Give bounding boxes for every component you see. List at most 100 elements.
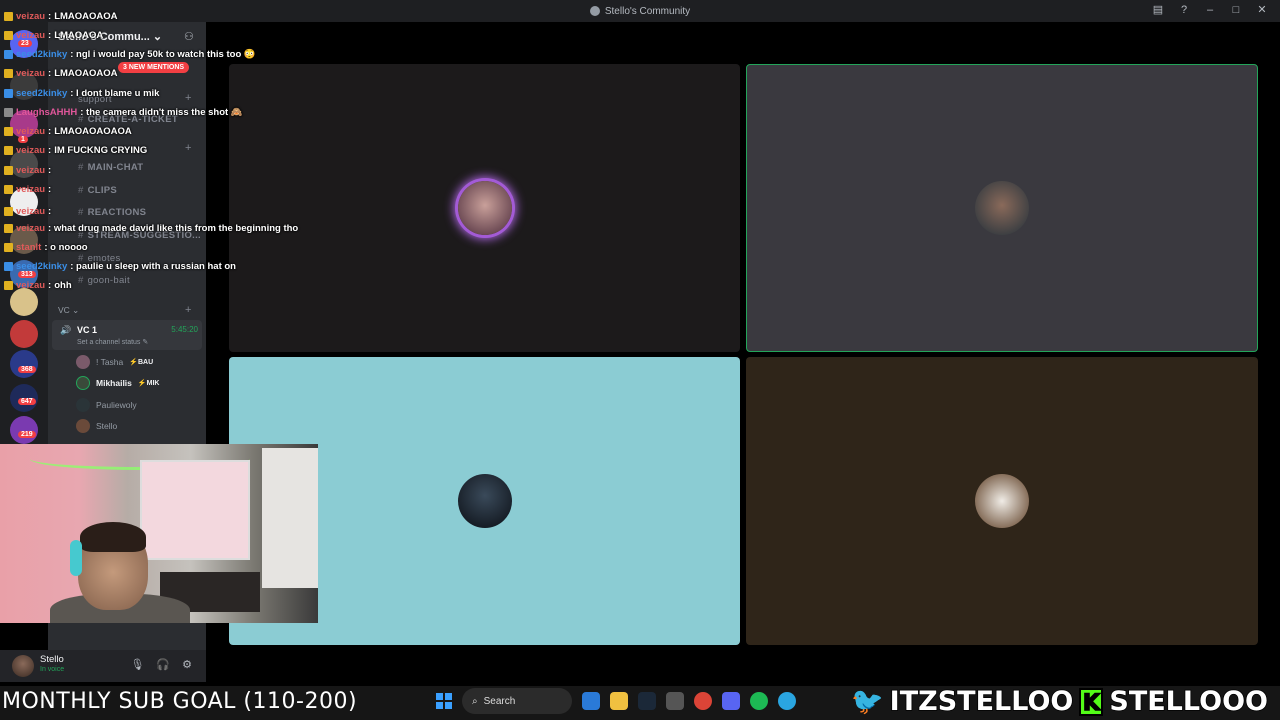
voice-category[interactable]: VC ⌄ xyxy=(58,305,79,316)
sub-badge-icon xyxy=(4,31,13,40)
chat-user: seed2kinky xyxy=(16,261,68,272)
settings-gear-icon[interactable]: ⚙ xyxy=(182,658,192,671)
unread-badge: 23 xyxy=(18,40,32,47)
server-icon[interactable] xyxy=(10,350,38,378)
microphone-icon[interactable]: 🎙 xyxy=(130,658,144,671)
server-icon[interactable] xyxy=(10,416,38,444)
search-icon: ⌕ xyxy=(472,695,478,707)
search-label: Search xyxy=(483,695,516,707)
participant-avatar xyxy=(457,474,512,528)
inbox-icon[interactable]: ▤ xyxy=(1152,4,1164,16)
steam-icon[interactable] xyxy=(638,692,656,710)
door xyxy=(262,448,318,588)
sub-badge-icon xyxy=(4,89,13,98)
server-icon[interactable] xyxy=(10,320,38,348)
voice-member[interactable]: ! Tasha ⚡BAU xyxy=(76,353,153,371)
member-tag: ⚡MIK xyxy=(137,380,160,387)
avatar[interactable] xyxy=(12,655,34,677)
kick-logo-icon: K xyxy=(1079,687,1104,716)
help-icon[interactable]: ? xyxy=(1178,4,1190,16)
video-tile[interactable] xyxy=(746,64,1258,352)
voice-member[interactable]: Pauliewoly xyxy=(76,396,137,414)
unread-badge: 313 xyxy=(18,271,36,278)
windows-start-icon[interactable] xyxy=(436,693,452,709)
sub-badge-icon xyxy=(4,224,13,233)
voice-category-label: VC xyxy=(58,305,70,315)
chat-text: : ngl i would pay 50k to watch this too … xyxy=(70,49,256,60)
sub-badge-icon xyxy=(4,207,13,216)
hash-icon: # xyxy=(78,275,84,286)
voice-member[interactable]: Stello xyxy=(76,417,117,435)
chat-user: veizau xyxy=(16,68,46,79)
user-panel: Stello In voice 🎙 🎧 ⚙ xyxy=(0,650,206,682)
windows-taskbar: ⌕ Search xyxy=(436,688,796,714)
discord-icon[interactable] xyxy=(722,692,740,710)
headphones-icon[interactable]: 🎧 xyxy=(156,658,170,671)
sub-badge-icon xyxy=(4,262,13,271)
chat-message: veizau: xyxy=(4,206,51,217)
channel-clips[interactable]: # CLIPS xyxy=(78,185,117,196)
window-titlebar: Stello's Community ▤ ? – □ ✕ xyxy=(0,0,1280,22)
channel-label: MAIN-CHAT xyxy=(87,162,144,173)
channel-goon-bait[interactable]: # goon-bait xyxy=(78,275,130,286)
sub-goal-text: MONTHLY SUB GOAL (110-200) xyxy=(2,689,358,714)
edge-icon[interactable] xyxy=(582,692,600,710)
chat-message: veizau: LMAOAOA xyxy=(4,30,103,41)
new-mentions-pill[interactable]: 3 NEW MENTIONS xyxy=(118,62,190,73)
hair xyxy=(80,522,146,552)
participant-avatar xyxy=(457,181,512,235)
chat-text: : xyxy=(48,165,52,176)
channel-reactions[interactable]: # REACTIONS xyxy=(78,207,146,218)
chrome-icon[interactable] xyxy=(694,692,712,710)
sub-badge-icon xyxy=(4,12,13,21)
set-channel-status[interactable]: Set a channel status ✎ xyxy=(77,338,148,346)
chat-message: seed2kinky: paulie u sleep with a russia… xyxy=(4,261,236,272)
taskbar-search[interactable]: ⌕ Search xyxy=(462,688,572,714)
add-friend-icon[interactable]: ⚇ xyxy=(184,30,194,43)
maximize-icon[interactable]: □ xyxy=(1230,4,1242,16)
avatar xyxy=(76,355,90,369)
voice-channel-vc1[interactable]: 🔊 VC 1 5:45:20 Set a channel status ✎ xyxy=(52,320,202,350)
chat-message: veizau: what drug made david like this f… xyxy=(4,223,298,234)
voice-timer: 5:45:20 xyxy=(171,325,198,334)
chat-user: seed2kinky xyxy=(16,49,68,60)
chat-user: veizau xyxy=(16,126,46,137)
close-icon[interactable]: ✕ xyxy=(1256,4,1268,16)
add-voice-channel-icon[interactable]: + xyxy=(185,304,191,316)
video-tile[interactable] xyxy=(229,64,740,352)
chat-text: : xyxy=(48,184,52,195)
channel-main-chat[interactable]: # MAIN-CHAT xyxy=(78,162,143,173)
sub-badge-icon xyxy=(4,243,13,252)
chat-text: LMAOAOAOA xyxy=(54,11,118,22)
channel-label: REACTIONS xyxy=(87,207,147,218)
streamer-webcam xyxy=(0,444,318,623)
avatar xyxy=(76,398,90,412)
voice-member[interactable]: Mikhailis ⚡MIK xyxy=(76,374,159,392)
server-icon[interactable] xyxy=(10,288,38,316)
speaker-icon: 🔊 xyxy=(60,325,72,335)
minimize-icon[interactable]: – xyxy=(1204,4,1216,16)
telegram-icon[interactable] xyxy=(778,692,796,710)
chat-user: veizau xyxy=(16,280,46,291)
member-name: ! Tasha xyxy=(96,357,124,367)
add-channel-icon[interactable]: + xyxy=(185,142,191,154)
app-icon[interactable] xyxy=(666,692,684,710)
chat-user: seed2kinky xyxy=(16,88,68,99)
hash-icon: # xyxy=(78,207,84,218)
sub-badge-icon xyxy=(4,69,13,78)
chat-message: seed2kinky: ngl i would pay 50k to watch… xyxy=(4,49,256,60)
avatar xyxy=(76,376,90,390)
unread-badge: 647 xyxy=(18,398,36,405)
wall-poster xyxy=(140,460,250,560)
user-status: In voice xyxy=(40,666,65,673)
video-tile[interactable] xyxy=(746,357,1258,645)
chat-user: veizau xyxy=(16,206,46,217)
file-explorer-icon[interactable] xyxy=(610,692,628,710)
sub-badge-icon xyxy=(4,166,13,175)
chat-user: veizau xyxy=(16,145,46,156)
chat-message: stanlt: o noooo xyxy=(4,242,88,253)
spotify-icon[interactable] xyxy=(750,692,768,710)
add-channel-icon[interactable]: + xyxy=(185,92,191,104)
channel-label: CLIPS xyxy=(87,185,118,196)
chat-text: LMAOAOAOAOA xyxy=(54,126,132,137)
